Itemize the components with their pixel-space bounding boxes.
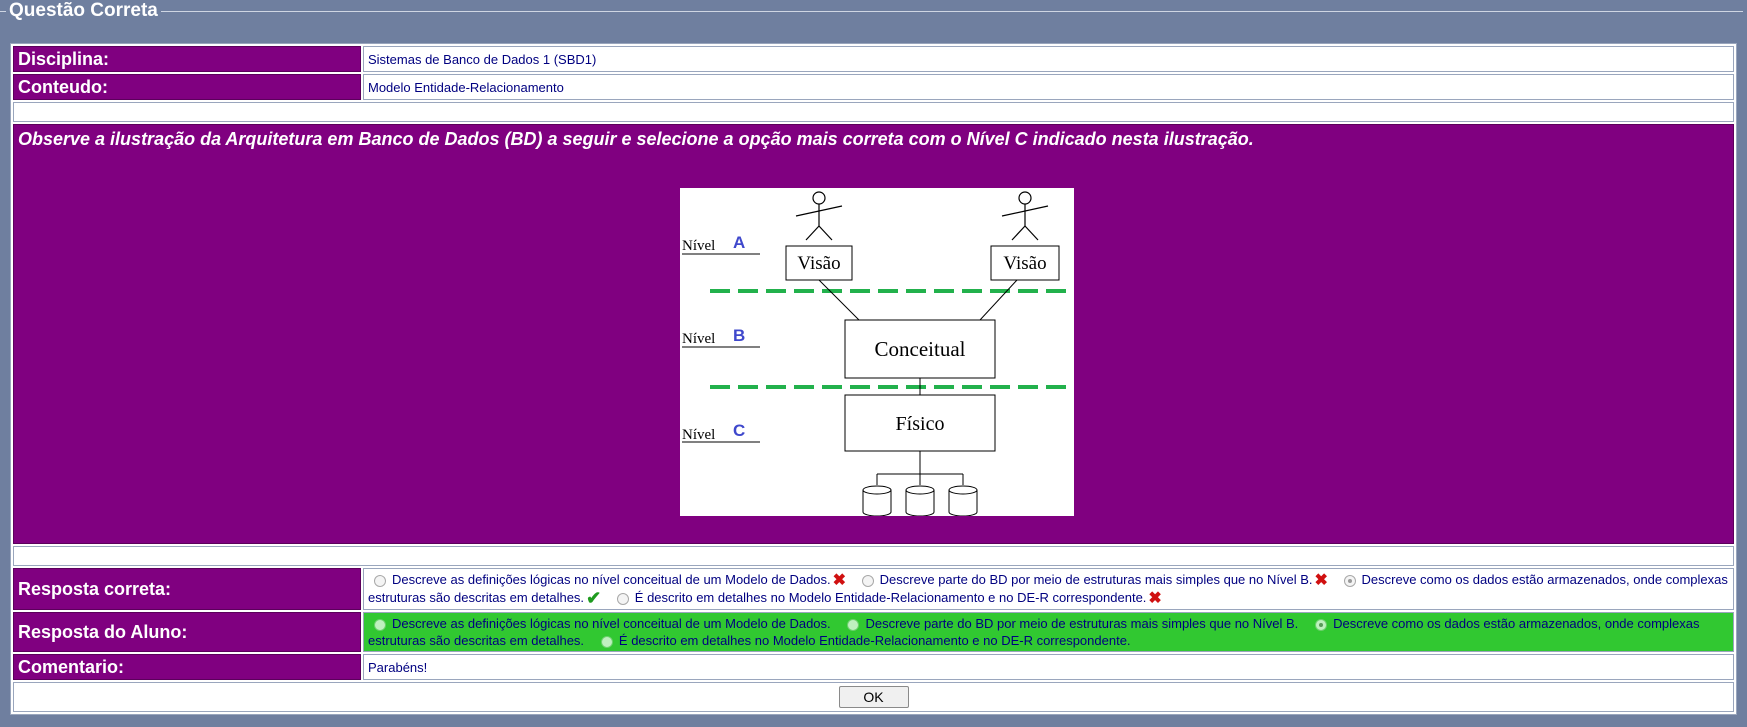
correct-check-icon: ✔ bbox=[586, 588, 602, 609]
architecture-diagram-svg: Nível A Nível B Nível C Visão Visão Conc… bbox=[682, 191, 1074, 517]
correct-option-radio-4[interactable] bbox=[616, 592, 629, 605]
conteudo-value: Modelo Entidade-Relacionamento bbox=[363, 74, 1734, 100]
question-cell: Observe a ilustração da Arquitetura em B… bbox=[13, 124, 1734, 544]
level-a-letter: A bbox=[733, 233, 745, 252]
level-c-word: Nível bbox=[682, 427, 715, 443]
question-text: Observe a ilustração da Arquitetura em B… bbox=[18, 129, 1254, 149]
database-cylinder-icon bbox=[948, 485, 978, 517]
level-c-label: Nível C bbox=[682, 421, 760, 443]
fieldset-title: Questão Correta bbox=[9, 0, 158, 21]
correct-option-text-2: Descreve parte do BD por meio de estrutu… bbox=[879, 572, 1313, 587]
correct-answer-options: Descreve as definições lógicas no nível … bbox=[363, 568, 1734, 611]
conteudo-label: Conteudo: bbox=[13, 74, 361, 100]
question-table: Disciplina: Sistemas de Banco de Dados 1… bbox=[10, 43, 1737, 716]
connector-right bbox=[979, 279, 1018, 321]
database-cylinder-icon bbox=[905, 485, 935, 517]
spacer-row bbox=[13, 102, 1734, 122]
student-option-radio-3[interactable] bbox=[1315, 618, 1328, 631]
wrong-x-icon: ✖ bbox=[832, 572, 847, 590]
spacer-row bbox=[13, 546, 1734, 566]
correct-option-text-4: É descrito em detalhes no Modelo Entidad… bbox=[634, 590, 1147, 606]
student-option-text-1: Descreve as definições lógicas no nível … bbox=[392, 616, 831, 632]
comment-value: Parabéns! bbox=[363, 654, 1734, 681]
wrong-x-icon: ✖ bbox=[1148, 590, 1162, 608]
view-box-right-text: Visão bbox=[1003, 253, 1046, 274]
physical-box: Físico bbox=[844, 394, 996, 452]
correct-option-radio-3[interactable] bbox=[1343, 574, 1356, 587]
correct-option-text-1: Descreve as definições lógicas no nível … bbox=[392, 572, 831, 587]
student-option-text-4: É descrito em detalhes no Modelo Entidad… bbox=[618, 633, 1131, 649]
student-answer-options: Descreve as definições lógicas no nível … bbox=[363, 612, 1734, 653]
user-figure-left bbox=[795, 191, 843, 241]
user-figure-right bbox=[1001, 191, 1049, 241]
disciplina-label: Disciplina: bbox=[13, 46, 361, 72]
correct-option-radio-2[interactable] bbox=[861, 574, 874, 587]
conceptual-box: Conceitual bbox=[844, 319, 996, 379]
correct-answer-label: Resposta correta: bbox=[13, 568, 361, 611]
level-c-letter: C bbox=[733, 421, 745, 440]
level-a-label: Nível A bbox=[682, 233, 760, 255]
disciplina-value: Sistemas de Banco de Dados 1 (SBD1) bbox=[363, 46, 1734, 72]
wrong-x-icon: ✖ bbox=[1314, 572, 1328, 590]
student-option-radio-4[interactable] bbox=[600, 635, 613, 648]
correct-option-radio-1[interactable] bbox=[374, 574, 386, 587]
student-answer-label: Resposta do Aluno: bbox=[13, 612, 361, 653]
view-box-left: Visão bbox=[785, 245, 853, 281]
level-b-word: Nível bbox=[682, 331, 715, 347]
conceptual-box-text: Conceitual bbox=[875, 337, 966, 361]
database-cylinder-icon bbox=[862, 485, 892, 517]
student-option-text-2: Descreve parte do BD por meio de estrutu… bbox=[865, 616, 1299, 632]
architecture-diagram: Nível A Nível B Nível C Visão Visão Conc… bbox=[680, 188, 1074, 517]
student-option-radio-2[interactable] bbox=[847, 618, 860, 631]
view-box-left-text: Visão bbox=[797, 253, 840, 274]
ok-button[interactable]: OK bbox=[838, 686, 909, 709]
level-a-word: Nível bbox=[682, 238, 715, 254]
student-option-radio-1[interactable] bbox=[374, 618, 386, 631]
ok-row: OK bbox=[13, 682, 1734, 713]
physical-box-text: Físico bbox=[896, 413, 945, 435]
connector-left bbox=[818, 279, 860, 321]
level-b-letter: B bbox=[733, 326, 745, 345]
comment-label: Comentario: bbox=[13, 654, 361, 681]
storage-connectors bbox=[876, 451, 964, 485]
view-box-right: Visão bbox=[990, 245, 1060, 281]
level-b-label: Nível B bbox=[682, 326, 760, 348]
